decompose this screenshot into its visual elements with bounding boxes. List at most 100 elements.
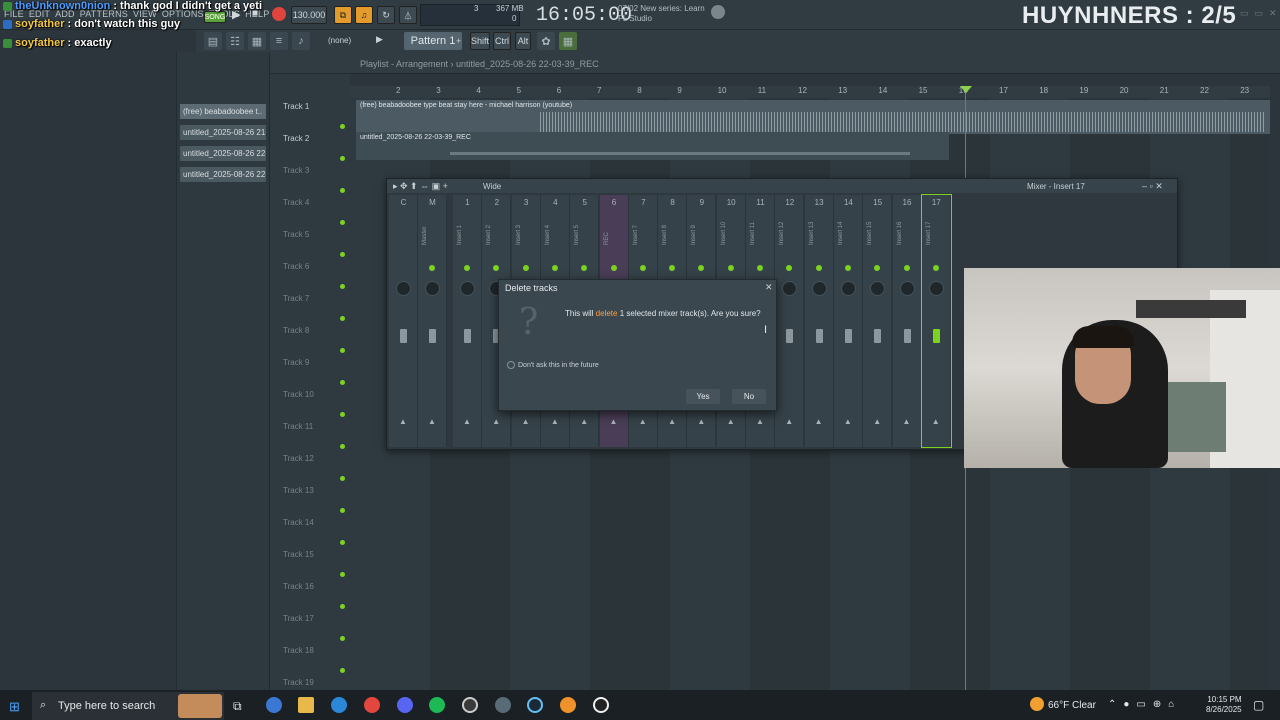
route-arrow-icon[interactable]: ▲ [463,417,471,426]
track-label[interactable]: Track 5 [283,230,309,239]
track-label[interactable]: Track 15 [283,550,314,559]
track-label[interactable]: Track 10 [283,390,314,399]
ctrl-key-button[interactable]: Ctrl [493,32,511,50]
song-mode-toggle[interactable]: SONG [204,11,226,23]
route-arrow-icon[interactable]: ▲ [580,417,588,426]
track-mute-led[interactable] [340,316,345,321]
checkbox-icon[interactable] [507,361,515,369]
track-mute-led[interactable] [340,444,345,449]
pan-knob[interactable] [840,281,856,296]
strip-enable-led[interactable] [493,265,500,271]
strip-enable-led[interactable] [903,265,910,271]
track-mute-led[interactable] [340,668,345,673]
track-mute-led[interactable] [340,348,345,353]
route-arrow-icon[interactable]: ▲ [844,417,852,426]
mixer-strip[interactable]: 13 Insert 13 ▲ [804,195,834,447]
mixer-strip[interactable]: 16 Insert 16 ▲ [892,195,922,447]
tray-icons[interactable]: ⌃●▭⊕⌂ [1108,699,1181,710]
track-mute-led[interactable] [340,476,345,481]
clock-tray[interactable]: 10:15 PM 8/26/2025 [1206,695,1242,715]
track-mute-led[interactable] [340,412,345,417]
strip-enable-led[interactable] [874,265,881,271]
strip-enable-led[interactable] [581,265,588,271]
steam-icon[interactable] [527,697,543,713]
track-mute-led[interactable] [340,540,345,545]
pan-knob[interactable] [928,281,944,296]
strip-enable-led[interactable] [429,265,435,271]
strip-enable-led[interactable] [815,265,822,271]
mixer-strip[interactable]: C ▲ [389,195,418,447]
window-controls[interactable]: ▭▭✕ [1240,8,1280,19]
loop-icon[interactable]: ↻ [377,6,395,24]
track-label[interactable]: Track 14 [283,518,314,527]
weather-icon[interactable] [1030,697,1044,711]
route-arrow-icon[interactable]: ▲ [785,417,793,426]
yes-button[interactable]: Yes [686,389,720,404]
metronome-icon[interactable]: ⏃ [399,6,417,24]
track-mute-led[interactable] [340,636,345,641]
track-mute-led[interactable] [340,188,345,193]
route-arrow-icon[interactable]: ▲ [551,417,559,426]
copilot-icon[interactable] [266,697,282,713]
pan-knob[interactable] [870,281,886,296]
route-arrow-icon[interactable]: ▲ [522,417,530,426]
route-arrow-icon[interactable]: ▲ [903,417,911,426]
route-arrow-icon[interactable]: ▲ [492,417,500,426]
strip-enable-led[interactable] [698,265,705,271]
fl-studio-icon[interactable] [560,697,576,713]
browser-item[interactable]: untitled_2025-08-26 22-.. [180,146,266,161]
record-icon[interactable] [272,7,286,21]
pattern-mode-icon[interactable]: ⧉ [334,6,352,24]
volume-fader[interactable] [903,329,911,343]
volume-fader[interactable] [874,329,882,343]
strip-enable-led[interactable] [610,265,617,271]
mixer-strip[interactable]: 14 Insert 14 ▲ [833,195,863,447]
track-label[interactable]: Track 6 [283,262,309,271]
route-arrow-icon[interactable]: ▲ [639,417,647,426]
pan-knob[interactable] [460,281,475,296]
strip-enable-led[interactable] [932,265,939,271]
pan-knob[interactable] [782,281,798,296]
pan-knob[interactable] [396,281,411,296]
mixer-strip[interactable]: 12 Insert 12 ▲ [775,195,805,447]
strip-enable-led[interactable] [727,265,734,271]
route-arrow-icon[interactable]: ▲ [815,417,823,426]
browser-icon[interactable]: ♪ [292,32,310,50]
alt-key-button[interactable]: Alt [515,32,531,50]
discord-icon[interactable] [397,697,413,713]
track-label[interactable]: Track 1 [283,102,309,111]
route-arrow-icon[interactable]: ▲ [428,417,436,426]
route-arrow-icon[interactable]: ▲ [727,417,735,426]
mixer-icon[interactable]: ≡ [270,32,288,50]
volume-fader[interactable] [844,329,852,343]
track-label[interactable]: Track 11 [283,422,313,431]
strip-enable-led[interactable] [522,265,529,271]
timeline-ruler[interactable]: 2 3 4 5 6 7 8 9 10 11 12 13 14 15 16 17 18 19 20 21 22 23 [350,86,1270,98]
mixer-tool-icons[interactable]: ▸ ✥ ⬆ ⇔ ▣ + [393,181,448,192]
task-view-icon[interactable]: ⧉ [233,699,242,714]
capcut-icon[interactable] [593,697,609,713]
weather-text[interactable]: 66°F Clear [1048,700,1096,711]
track-mute-led[interactable] [340,220,345,225]
volume-fader[interactable] [429,329,436,343]
strip-enable-led[interactable] [551,265,558,271]
mixer-strip[interactable]: M Master ▲ [418,195,447,447]
track-label[interactable]: Track 13 [283,486,314,495]
piano-roll-icon[interactable]: ☷ [226,32,244,50]
online-icon[interactable] [711,5,725,19]
route-arrow-icon[interactable]: ▲ [610,417,618,426]
track-mute-led[interactable] [340,156,345,161]
pan-knob[interactable] [425,281,440,296]
mixer-layout-label[interactable]: Wide [483,182,501,191]
track-label[interactable]: Track 12 [283,454,314,463]
route-arrow-icon[interactable]: ▲ [932,417,940,426]
track-label[interactable]: Track 9 [283,358,309,367]
channel-rack-icon[interactable]: ▦ [248,32,266,50]
track-label[interactable]: Track 18 [283,646,314,655]
strip-enable-led[interactable] [757,265,763,271]
route-arrow-icon[interactable]: ▲ [668,417,676,426]
snap-selector[interactable]: (none) [328,36,351,45]
browser-item[interactable]: untitled_2025-08-26 22-.. [180,167,266,182]
playhead-marker[interactable] [960,86,972,93]
volume-fader[interactable] [815,329,823,343]
